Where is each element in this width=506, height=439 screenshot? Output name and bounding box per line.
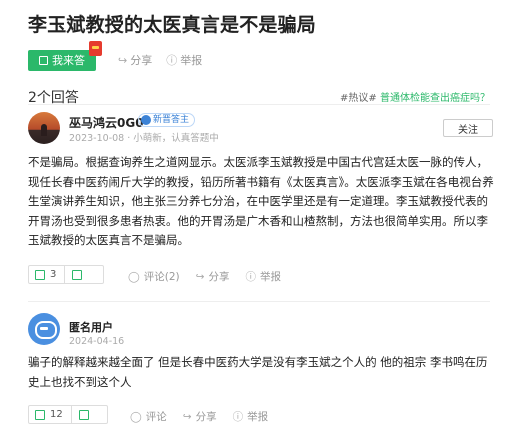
avatar[interactable] [28,112,60,144]
hot-topic[interactable]: #热议# 普通体检能查出癌症吗？ [340,89,490,104]
comment-label: 评论(2) [143,271,180,283]
question-title: 李玉斌教授的太医真言是不是骗局 [28,14,317,36]
edit-icon [39,55,48,65]
author-name[interactable]: 巫马鸿云0G0 [69,114,144,131]
answerer-badge: 新晋答主 [138,113,196,127]
report-label: 举报 [259,271,281,283]
report-icon: ⓘ [245,271,256,283]
report-label: 举报 [180,54,203,67]
share-button[interactable]: ↪ 分享 [196,269,230,284]
hot-tag: #热议# [340,93,377,104]
thumbs-up-icon [35,269,45,280]
share-label: 分享 [130,54,153,67]
answer-actions: ◯ 评论(2) ↪ 分享 ⓘ 举报 [128,269,297,284]
comment-label: 评论 [145,411,167,423]
upvote-button[interactable]: 3 [29,266,64,283]
divider [28,301,490,302]
answer-date: 2024-04-16 [69,336,125,347]
answer-button-label: 我来答 [52,54,85,67]
like-count: 3 [50,269,57,280]
report-icon: ⓘ [166,54,178,67]
share-icon: ↪ [118,53,128,67]
badge-label: 新晋答主 [153,115,190,125]
share-icon: ↪ [195,270,205,283]
report-button[interactable]: ⓘ 举报 [245,269,281,284]
answer-body: 不是骗局。根据查询养生之道网显示。太医派李玉斌教授是中国古代宫廷太医一脉的传人，… [28,155,494,247]
follow-button[interactable]: 关注 [443,119,493,137]
upvote-button[interactable]: 12 [29,406,71,423]
vote-box: 3 [28,265,104,284]
badge-icon [141,115,151,125]
comment-icon: ◯ [128,270,140,283]
red-envelope-icon [89,40,102,56]
vote-box: 12 [28,405,108,424]
comment-button[interactable]: ◯ 评论(2) [128,269,180,284]
question-actions: 我来答 ↪ 分享 ⓘ 举报 [28,40,202,71]
share-label: 分享 [195,411,217,423]
answer-actions: ◯ 评论 ↪ 分享 ⓘ 举报 [130,409,284,424]
thumbs-up-icon [35,409,45,420]
comment-button[interactable]: ◯ 评论 [130,409,167,424]
downvote-button[interactable] [72,406,96,423]
report-label: 举报 [247,411,269,423]
share-button[interactable]: ↪ 分享 [118,52,152,68]
hot-topic-link[interactable]: 普通体检能查出癌症吗？ [380,93,490,104]
share-label: 分享 [208,271,230,283]
author-name: 匿名用户 [69,321,113,334]
report-button[interactable]: ⓘ 举报 [166,52,202,68]
answer-button[interactable]: 我来答 [28,40,102,71]
report-icon: ⓘ [232,411,244,423]
divider [28,104,490,105]
like-count: 12 [50,409,63,420]
share-icon: ↪ [182,410,192,423]
share-button[interactable]: ↪ 分享 [183,409,217,424]
comment-icon: ◯ [130,410,142,423]
anonymous-avatar [28,313,60,345]
answer-meta: 2023-10-08 · 小萌新，认真答题中 [69,133,219,144]
thumbs-down-icon [72,269,83,280]
report-button[interactable]: ⓘ 举报 [233,409,269,424]
downvote-button[interactable] [65,266,89,283]
thumbs-down-icon [78,409,89,420]
answer-body: 骗子的解释越来越全面了 但是长春中医药大学是没有李玉斌之个人的 他的祖宗 李书鸣… [28,355,488,389]
